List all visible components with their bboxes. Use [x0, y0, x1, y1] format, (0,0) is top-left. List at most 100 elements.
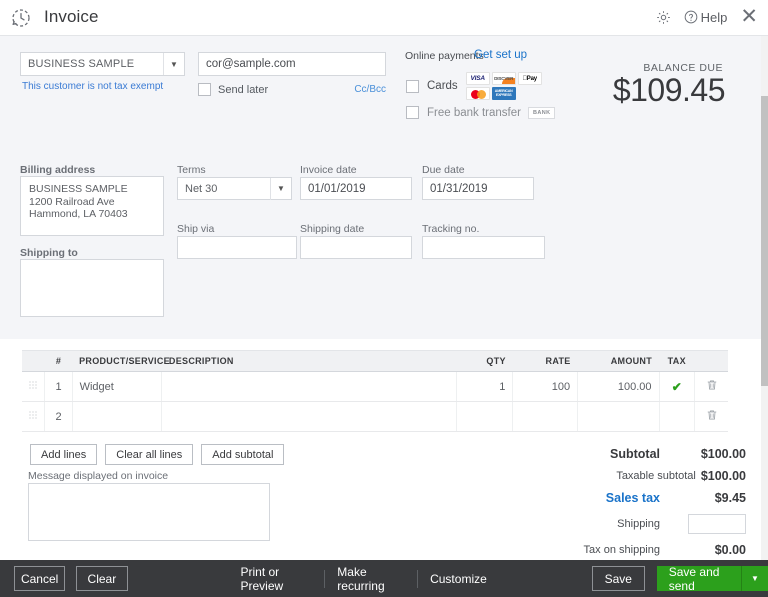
col-delete-header [695, 351, 728, 372]
discover-icon: DISCVER [492, 72, 516, 85]
clear-all-lines-button[interactable]: Clear all lines [105, 444, 193, 465]
subtotal-row: Subtotal $100.00 [476, 443, 746, 465]
ship-via-field[interactable] [177, 236, 297, 259]
save-button[interactable]: Save [592, 566, 645, 591]
bank-transfer-row: Free bank transfer BANK [406, 106, 555, 119]
description-cell[interactable] [162, 372, 457, 402]
customer-select[interactable]: BUSINESS SAMPLE ▼ [20, 52, 185, 76]
taxable-subtotal-row: Taxable subtotal $100.00 [476, 465, 746, 487]
sales-tax-row: Sales tax $9.45 [476, 487, 746, 509]
chevron-down-icon[interactable]: ▼ [163, 53, 184, 75]
rate-cell[interactable]: 100 [513, 372, 578, 402]
footer-toolbar: Cancel Clear Print or Preview Make recur… [0, 560, 768, 597]
delete-row-button[interactable] [695, 372, 728, 402]
terms-select[interactable]: Net 30 ▼ [177, 177, 292, 200]
tracking-no-field[interactable] [422, 236, 545, 259]
clear-button[interactable]: Clear [76, 566, 127, 591]
product-service-cell[interactable]: Widget [72, 372, 162, 402]
tax-cell[interactable] [659, 402, 695, 432]
tax-on-shipping-value: $0.00 [660, 543, 746, 557]
row-number: 1 [45, 372, 72, 402]
save-and-send-button[interactable]: Save and send ▼ [657, 566, 768, 591]
gear-icon[interactable] [655, 9, 672, 26]
billing-address-label: Billing address [20, 164, 95, 176]
close-icon[interactable]: ✕ [738, 8, 760, 26]
tax-on-shipping-row: Tax on shipping $0.00 [476, 539, 746, 561]
add-subtotal-button[interactable]: Add subtotal [201, 444, 284, 465]
sales-tax-link[interactable]: Sales tax [606, 491, 660, 505]
email-field[interactable] [198, 52, 386, 76]
cards-payment-row: Cards VISA DISCVER Pay AMERICANEXPRESS [406, 72, 542, 100]
taxable-subtotal-label: Taxable subtotal [616, 470, 696, 482]
table-row[interactable]: 1 Widget 1 100 100.00 ✔ [22, 372, 728, 402]
taxable-subtotal-value: $100.00 [701, 469, 746, 483]
col-description-header: DESCRIPTION [162, 351, 457, 372]
sales-tax-value: $9.45 [660, 491, 746, 505]
tax-on-shipping-label: Tax on shipping [584, 544, 660, 556]
message-label: Message displayed on invoice [28, 470, 168, 482]
drag-handle-icon[interactable] [22, 372, 45, 402]
due-date-field[interactable] [422, 177, 534, 200]
visa-icon: VISA [466, 72, 490, 85]
amount-cell[interactable]: 100.00 [578, 372, 659, 402]
product-service-cell[interactable] [72, 402, 162, 432]
terms-value: Net 30 [178, 183, 270, 195]
shipping-to-field[interactable] [20, 259, 164, 317]
message-textarea[interactable] [28, 483, 270, 541]
subtotal-value: $100.00 [660, 447, 746, 461]
header-actions: Help ✕ [655, 8, 760, 26]
table-row[interactable]: 2 [22, 402, 728, 432]
print-or-preview-button[interactable]: Print or Preview [241, 565, 313, 593]
get-set-up-link[interactable]: Get set up [474, 49, 527, 61]
qty-cell[interactable] [456, 402, 512, 432]
invoice-date-field[interactable] [300, 177, 412, 200]
tax-cell[interactable]: ✔ [659, 372, 695, 402]
ccbcc-link[interactable]: Cc/Bcc [354, 84, 386, 95]
chevron-down-icon[interactable]: ▼ [270, 178, 291, 200]
table-header-row: # PRODUCT/SERVICE DESCRIPTION QTY RATE A… [22, 351, 728, 372]
bank-chip-icon: BANK [528, 107, 556, 119]
footer-divider [324, 570, 325, 588]
check-icon: ✔ [672, 380, 682, 394]
amount-cell[interactable] [578, 402, 659, 432]
history-clock-icon[interactable] [9, 6, 33, 30]
cards-checkbox[interactable] [406, 80, 419, 93]
shipping-to-label: Shipping to [20, 247, 78, 259]
shipping-input[interactable] [688, 514, 746, 534]
col-tax-header: TAX [659, 351, 695, 372]
rate-cell[interactable] [513, 402, 578, 432]
description-cell[interactable] [162, 402, 457, 432]
page-title: Invoice [44, 7, 99, 27]
card-logos: VISA DISCVER Pay AMERICANEXPRESS [466, 72, 542, 100]
invoice-header-panel: BUSINESS SAMPLE ▼ This customer is not t… [0, 36, 761, 339]
customize-button[interactable]: Customize [430, 572, 487, 586]
invoice-date-label: Invoice date [300, 164, 357, 176]
page-scrollbar-track[interactable] [761, 36, 768, 597]
make-recurring-button[interactable]: Make recurring [337, 565, 405, 593]
send-later-label: Send later [218, 84, 268, 96]
delete-row-button[interactable] [695, 402, 728, 432]
ship-via-label: Ship via [177, 223, 214, 235]
send-later-checkbox[interactable] [198, 83, 211, 96]
billing-address-field[interactable]: BUSINESS SAMPLE 1200 Railroad Ave Hammon… [20, 176, 164, 236]
invoice-app: Invoice Help ✕ [0, 0, 768, 597]
help-button[interactable]: Help [683, 9, 728, 25]
cancel-button[interactable]: Cancel [14, 566, 65, 591]
app-header: Invoice Help ✕ [0, 0, 768, 36]
footer-divider [417, 570, 418, 588]
add-lines-button[interactable]: Add lines [30, 444, 97, 465]
shipping-date-label: Shipping date [300, 223, 364, 235]
bank-transfer-checkbox[interactable] [406, 106, 419, 119]
page-scrollbar-thumb[interactable] [761, 96, 768, 386]
due-date-label: Due date [422, 164, 465, 176]
line-items-table: # PRODUCT/SERVICE DESCRIPTION QTY RATE A… [22, 350, 728, 432]
chevron-down-icon[interactable]: ▼ [742, 574, 768, 583]
row-number: 2 [45, 402, 72, 432]
online-payments-label: Online payments [405, 50, 484, 62]
qty-cell[interactable]: 1 [456, 372, 512, 402]
shipping-date-field[interactable] [300, 236, 412, 259]
col-num-header: # [45, 351, 72, 372]
help-label: Help [701, 10, 728, 25]
drag-handle-icon[interactable] [22, 402, 45, 432]
send-later-row: Send later Cc/Bcc [198, 83, 386, 96]
